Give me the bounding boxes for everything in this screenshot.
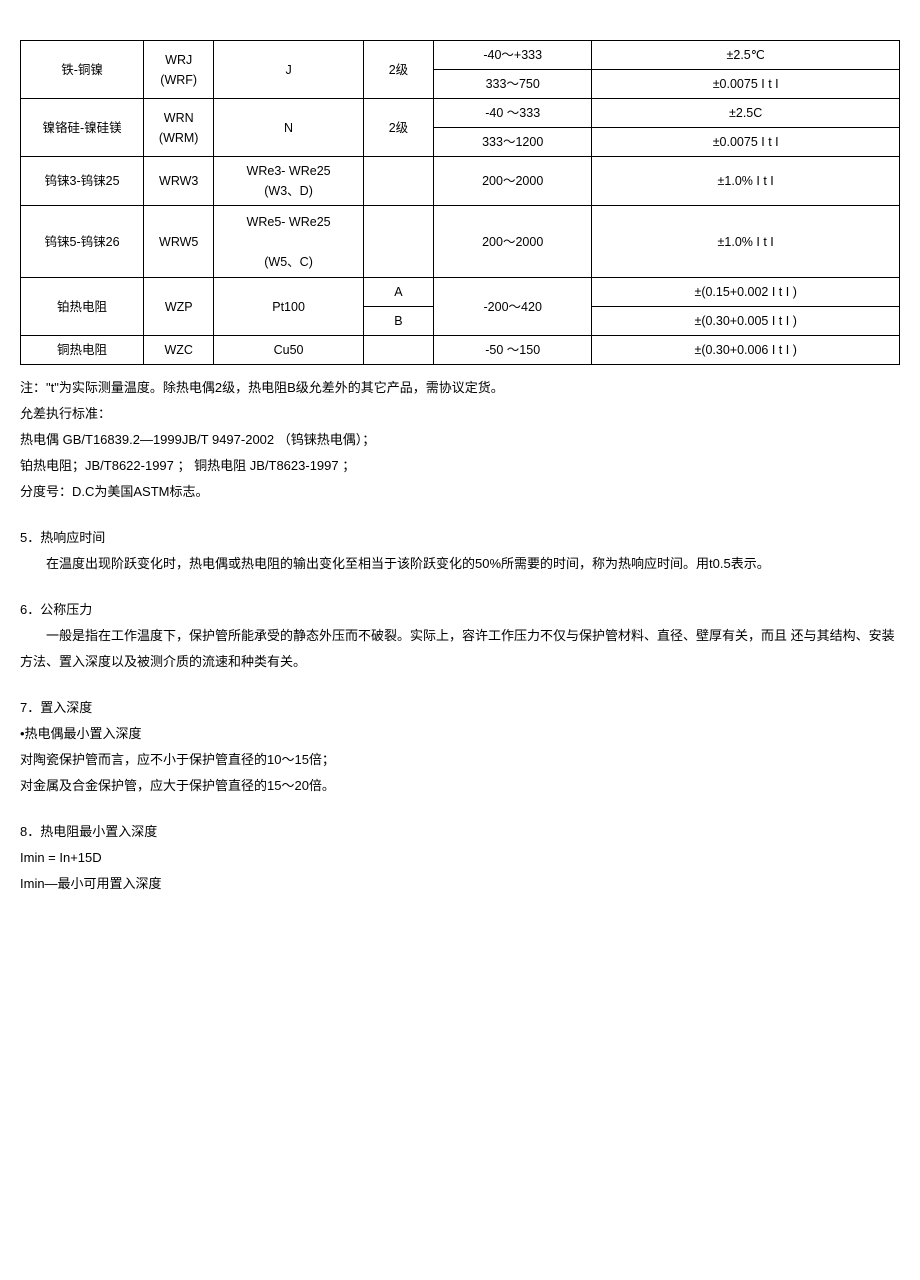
section-sub: •热电偶最小置入深度 xyxy=(20,721,900,747)
section-title: 5．热响应时间 xyxy=(20,525,900,551)
cell-range: 200～2000 xyxy=(434,157,592,206)
cell-name: 铜热电阻 xyxy=(21,336,144,365)
section-title: 7．置入深度 xyxy=(20,695,900,721)
note-line: 铂热电阻；JB/T8622-1997 ； 铜热电阻 JB/T8623-1997 … xyxy=(20,453,900,479)
cell-tol: ±0.0075 I t I xyxy=(592,70,900,99)
note-line: 注："t"为实际测量温度。除热电偶2级，热电阻B级允差外的其它产品，需协议定货。 xyxy=(20,375,900,401)
section-line: Imin—最小可用置入深度 xyxy=(20,871,900,897)
table-row: 铜热电阻 WZC Cu50 -50 ～150 ±(0.30+0.006 I t … xyxy=(21,336,900,365)
cell-grad: Cu50 xyxy=(214,336,363,365)
cell-grade: 2级 xyxy=(363,41,433,99)
cell-grad: J xyxy=(214,41,363,99)
cell-tol: ±2.5℃ xyxy=(592,41,900,70)
section-body: 一般是指在工作温度下，保护管所能承受的静态外压而不破裂。实际上，容许工作压力不仅… xyxy=(20,623,900,675)
cell-name: 铂热电阻 xyxy=(21,278,144,336)
table-row: 镍铬硅-镍硅镁 WRN (WRM) N 2级 -40 ～333 ±2.5C xyxy=(21,99,900,128)
section-line: 对陶瓷保护管而言，应不小于保护管直径的10～15倍； xyxy=(20,747,900,773)
cell-tol: ±0.0075 I t I xyxy=(592,128,900,157)
cell-grad: WRe3- WRe25 (W3、D) xyxy=(214,157,363,206)
section-body: 在温度出现阶跃变化时，热电偶或热电阻的输出变化至相当于该阶跃变化的50%所需要的… xyxy=(20,551,900,577)
cell-grade: B xyxy=(363,307,433,336)
cell-tol: ±(0.15+0.002 I t I ) xyxy=(592,278,900,307)
cell-tol: ±1.0% I t I xyxy=(592,157,900,206)
cell-model: WRN (WRM) xyxy=(144,99,214,157)
cell-grade: A xyxy=(363,278,433,307)
cell-name: 钨铼5-钨铼26 xyxy=(21,206,144,278)
cell-range: -40 ～333 xyxy=(434,99,592,128)
cell-name: 镍铬硅-镍硅镁 xyxy=(21,99,144,157)
cell-range: -50 ～150 xyxy=(434,336,592,365)
cell-model: WZC xyxy=(144,336,214,365)
cell-grade: 2级 xyxy=(363,99,433,157)
cell-grad: N xyxy=(214,99,363,157)
notes-block: 注："t"为实际测量温度。除热电偶2级，热电阻B级允差外的其它产品，需协议定货。… xyxy=(20,375,900,505)
table-row: 钨铼3-钨铼25 WRW3 WRe3- WRe25 (W3、D) 200～200… xyxy=(21,157,900,206)
cell-range: 200～2000 xyxy=(434,206,592,278)
cell-tol: ±(0.30+0.005 I t I ) xyxy=(592,307,900,336)
cell-name: 铁-铜镍 xyxy=(21,41,144,99)
cell-range: 333～750 xyxy=(434,70,592,99)
cell-grade xyxy=(363,157,433,206)
cell-range: -40～+333 xyxy=(434,41,592,70)
table-row: 钨铼5-钨铼26 WRW5 WRe5- WRe25 (W5、C) 200～200… xyxy=(21,206,900,278)
cell-tol: ±2.5C xyxy=(592,99,900,128)
section-title: 6．公称压力 xyxy=(20,597,900,623)
spec-table: 铁-铜镍 WRJ (WRF) J 2级 -40～+333 ±2.5℃ 333～7… xyxy=(20,40,900,365)
note-line: 分度号：D.C为美国ASTM标志。 xyxy=(20,479,900,505)
section-7: 7．置入深度 •热电偶最小置入深度 对陶瓷保护管而言，应不小于保护管直径的10～… xyxy=(20,695,900,799)
section-8: 8．热电阻最小置入深度 Imin = In+15D Imin—最小可用置入深度 xyxy=(20,819,900,897)
note-line: 热电偶 GB/T16839.2—1999JB/T 9497-2002 （钨铼热电… xyxy=(20,427,900,453)
cell-grad: Pt100 xyxy=(214,278,363,336)
section-title: 8．热电阻最小置入深度 xyxy=(20,819,900,845)
table-row: 铁-铜镍 WRJ (WRF) J 2级 -40～+333 ±2.5℃ xyxy=(21,41,900,70)
section-line: Imin = In+15D xyxy=(20,845,900,871)
cell-model: WRW5 xyxy=(144,206,214,278)
section-line: 对金属及合金保护管，应大于保护管直径的15～20倍。 xyxy=(20,773,900,799)
cell-range: -200～420 xyxy=(434,278,592,336)
cell-model: WRJ (WRF) xyxy=(144,41,214,99)
table-row: 铂热电阻 WZP Pt100 A -200～420 ±(0.15+0.002 I… xyxy=(21,278,900,307)
cell-tol: ±(0.30+0.006 I t I ) xyxy=(592,336,900,365)
cell-tol: ±1.0% I t I xyxy=(592,206,900,278)
cell-model: WRW3 xyxy=(144,157,214,206)
cell-range: 333～1200 xyxy=(434,128,592,157)
section-6: 6．公称压力 一般是指在工作温度下，保护管所能承受的静态外压而不破裂。实际上，容… xyxy=(20,597,900,675)
cell-grad: WRe5- WRe25 (W5、C) xyxy=(214,206,363,278)
cell-grade xyxy=(363,206,433,278)
note-line: 允差执行标准： xyxy=(20,401,900,427)
cell-model: WZP xyxy=(144,278,214,336)
cell-grade xyxy=(363,336,433,365)
cell-name: 钨铼3-钨铼25 xyxy=(21,157,144,206)
section-5: 5．热响应时间 在温度出现阶跃变化时，热电偶或热电阻的输出变化至相当于该阶跃变化… xyxy=(20,525,900,577)
